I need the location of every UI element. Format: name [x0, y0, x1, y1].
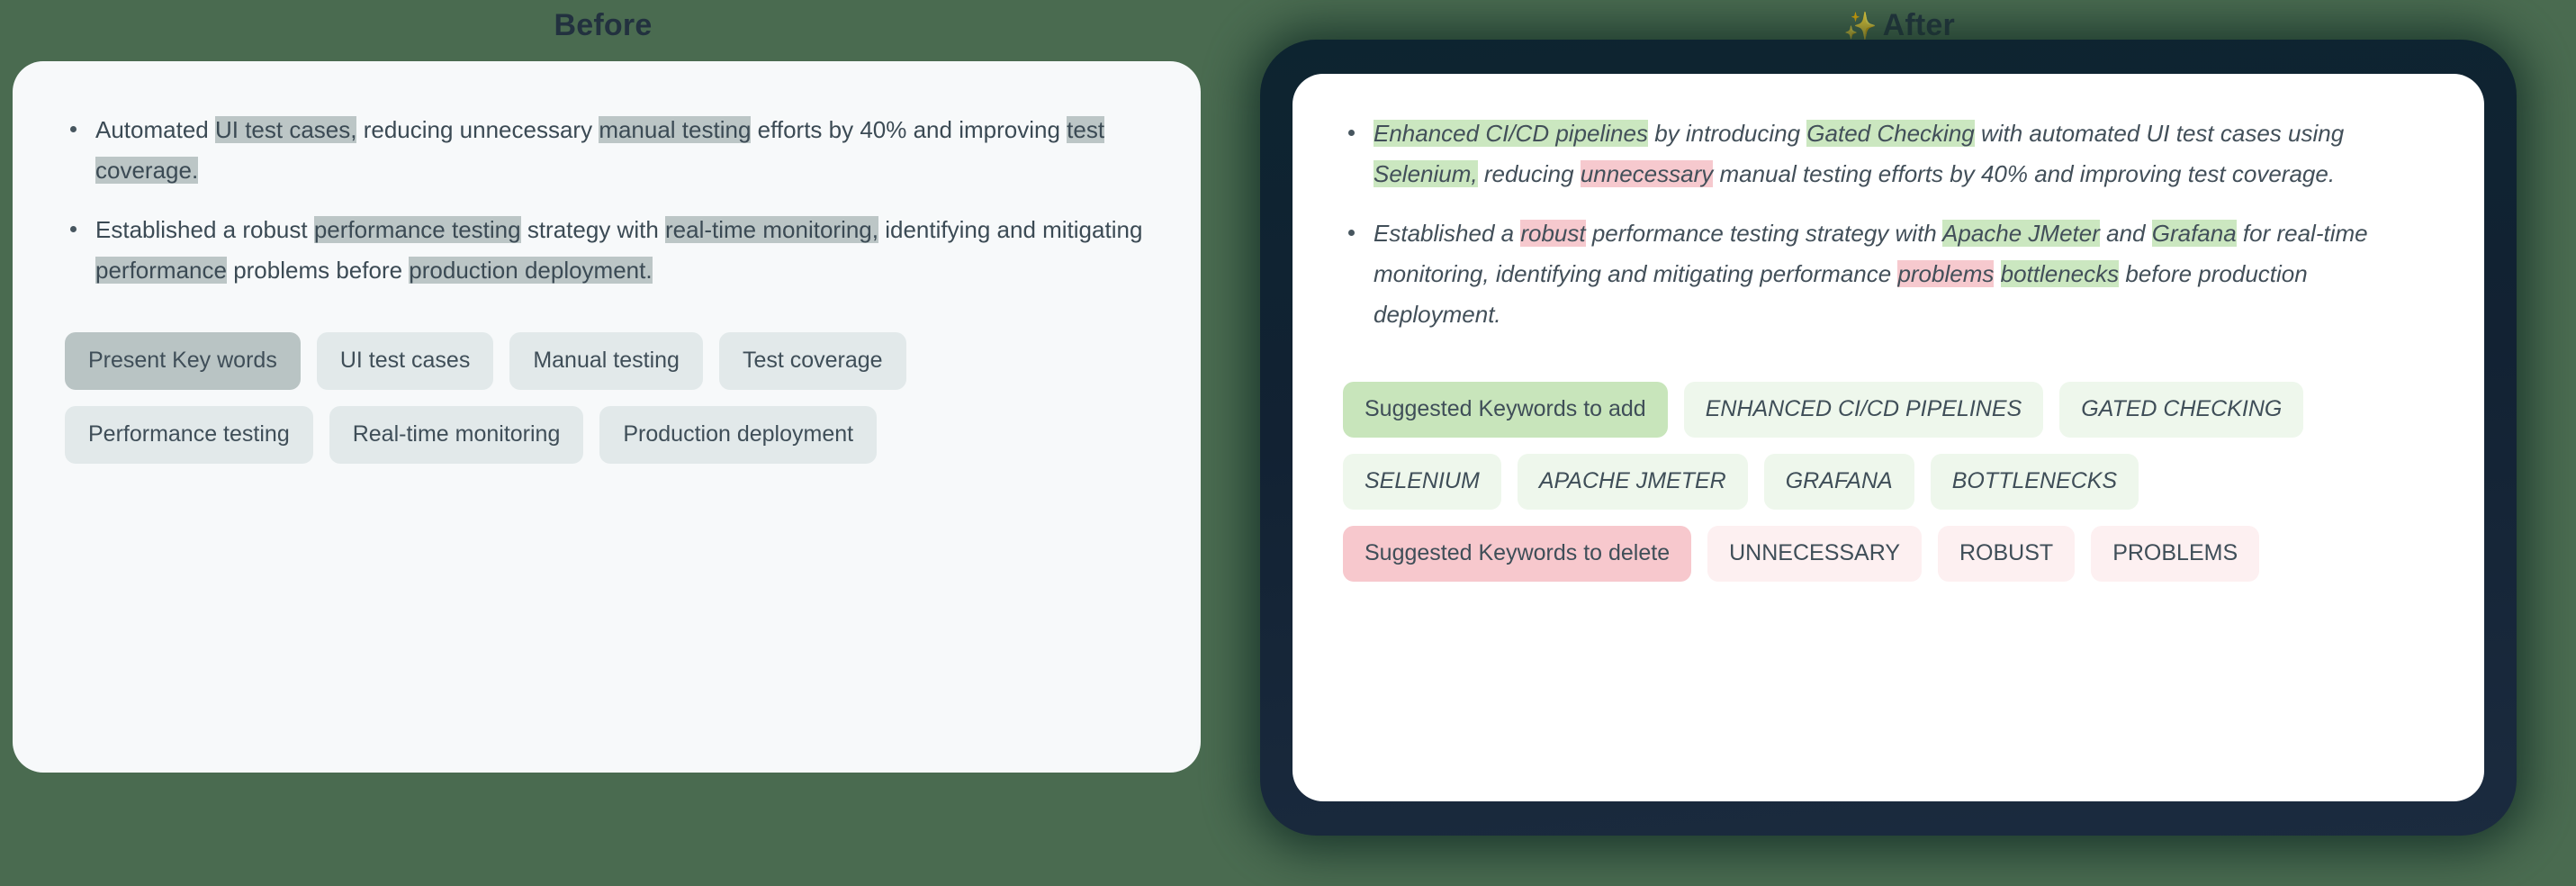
- before-panel: Automated UI test cases, reducing unnece…: [13, 61, 1201, 773]
- highlighted-text-red: problems: [1897, 260, 1995, 288]
- chip-group-label: Suggested Keywords to delete: [1343, 525, 1692, 582]
- chip-row: Performance testing Real-time monitoring P…: [65, 405, 1148, 464]
- highlighted-text-green: Grafana: [2151, 220, 2237, 248]
- bullet-item: Enhanced CI/CD pipelines by introducing …: [1343, 113, 2434, 194]
- highlighted-text-grey: real-time monitoring,: [665, 216, 878, 244]
- highlighted-text-red: robust: [1520, 220, 1586, 248]
- bullet-text: with automated UI test cases using: [1974, 120, 2345, 147]
- chip-row: SELENIUM APACHE JMETER GRAFANA BOTTLENECKS: [1343, 453, 2434, 510]
- bullet-text: strategy with: [520, 216, 666, 244]
- bullet-text: reducing unnecessary: [356, 116, 599, 143]
- before-heading-label: Before: [554, 8, 653, 42]
- after-device-frame: Enhanced CI/CD pipelines by introducing …: [1260, 40, 2517, 836]
- bullet-text: Established a: [1374, 220, 1521, 248]
- before-bullet-list: Automated UI test cases, reducing unnece…: [65, 110, 1148, 291]
- highlighted-text-grey: manual testing: [599, 116, 752, 143]
- keyword-chip[interactable]: Performance testing: [65, 405, 313, 464]
- bullet-text: identifying and mitigating: [878, 216, 1143, 244]
- keyword-chip[interactable]: SELENIUM: [1343, 453, 1501, 510]
- highlighted-text-green: Apache JMeter: [1942, 220, 2100, 248]
- keyword-chip[interactable]: Production deployment: [599, 405, 878, 464]
- bullet-text: problems before: [226, 257, 410, 285]
- keyword-chip[interactable]: UNNECESSARY: [1707, 525, 1922, 582]
- bullet-text: by introducing: [1647, 120, 1807, 147]
- bullet-text: reducing: [1477, 159, 1581, 187]
- chip-group-label: Present Key words: [65, 331, 301, 390]
- chip-row: Present Key words UI test cases Manual tes…: [65, 331, 1148, 390]
- before-column-heading: Before: [0, 7, 1206, 44]
- bullet-text: performance testing strategy with: [1585, 220, 1943, 248]
- highlighted-text-green: Gated Checking: [1806, 120, 1975, 147]
- highlighted-text-grey: performance testing: [313, 216, 521, 244]
- bullet-item: Established a robust performance testing…: [1343, 213, 2434, 334]
- bullet-text: Established a robust: [95, 216, 314, 244]
- bullet-text: manual testing efforts by 40% and improv…: [1713, 159, 2336, 187]
- highlighted-text-red: unnecessary: [1580, 159, 1714, 187]
- before-keyword-chips: Present Key words UI test cases Manual tes…: [65, 331, 1148, 464]
- highlighted-text-green: bottlenecks: [2000, 260, 2120, 288]
- keyword-chip[interactable]: UI test cases: [316, 331, 494, 390]
- keyword-chip[interactable]: Real-time monitoring: [329, 405, 584, 464]
- keyword-chip[interactable]: Test coverage: [718, 331, 906, 390]
- chip-row: Suggested Keywords to delete UNNECESSARY R…: [1343, 525, 2434, 582]
- bullet-item: Automated UI test cases, reducing unnece…: [65, 110, 1148, 190]
- bullet-text: Automated: [95, 116, 215, 143]
- chip-row: Suggested Keywords to add ENHANCED CI/CD …: [1343, 381, 2434, 438]
- bullet-text: [1994, 260, 2000, 287]
- keyword-chip[interactable]: PROBLEMS: [2091, 525, 2260, 582]
- bullet-text: efforts by 40% and improving: [751, 116, 1067, 143]
- bullet-text: and: [2099, 220, 2152, 248]
- keyword-chip[interactable]: ENHANCED CI/CD PIPELINES: [1683, 381, 2044, 438]
- highlighted-text-grey: production deployment.: [409, 257, 653, 285]
- bullet-item: Established a robust performance testing…: [65, 210, 1148, 290]
- keyword-chip[interactable]: ROBUST: [1938, 525, 2076, 582]
- chip-group-label: Suggested Keywords to add: [1343, 381, 1668, 438]
- keyword-chip[interactable]: APACHE JMETER: [1517, 453, 1748, 510]
- after-panel: Enhanced CI/CD pipelines by introducing …: [1293, 74, 2484, 801]
- after-bullet-list: Enhanced CI/CD pipelines by introducing …: [1343, 113, 2434, 335]
- highlighted-text-green: Selenium,: [1374, 159, 1478, 187]
- after-keyword-chips: Suggested Keywords to add ENHANCED CI/CD …: [1343, 381, 2434, 582]
- comparison-stage: Before Automated UI test cases, reducing…: [0, 0, 2576, 886]
- keyword-chip[interactable]: Manual testing: [509, 331, 703, 390]
- highlighted-text-grey: performance: [95, 257, 227, 285]
- keyword-chip[interactable]: GATED CHECKING: [2059, 381, 2304, 438]
- keyword-chip[interactable]: BOTTLENECKS: [1930, 453, 2139, 510]
- highlighted-text-grey: UI test cases,: [214, 116, 357, 143]
- keyword-chip[interactable]: GRAFANA: [1763, 453, 1914, 510]
- highlighted-text-green: Enhanced CI/CD pipelines: [1374, 120, 1648, 147]
